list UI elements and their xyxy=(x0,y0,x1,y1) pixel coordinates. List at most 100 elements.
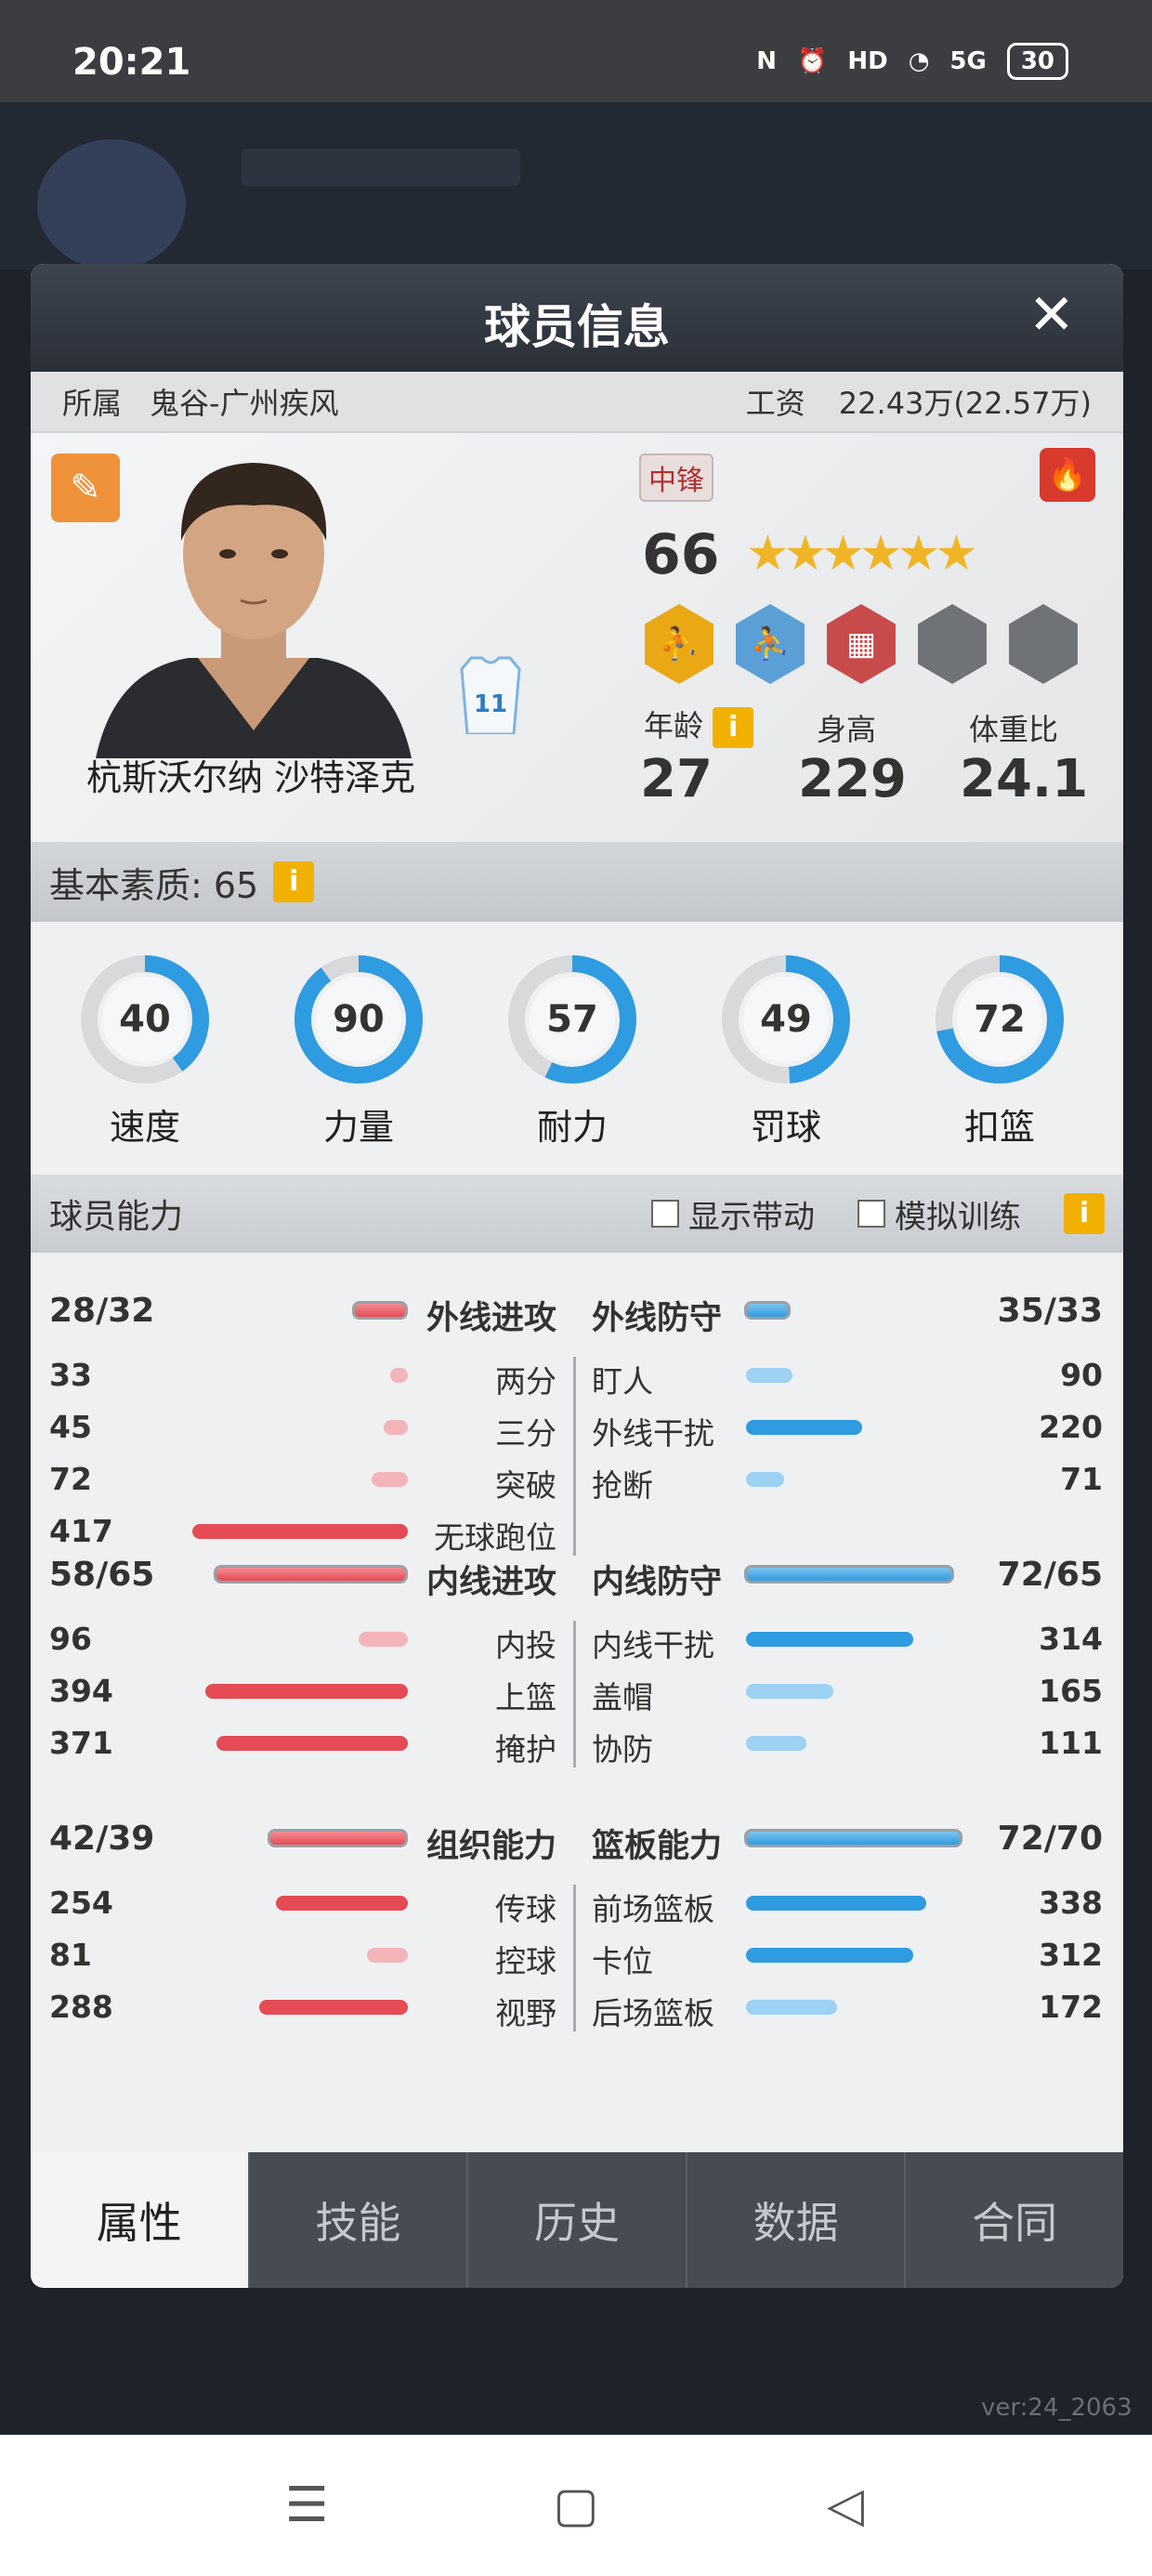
ability-bar xyxy=(372,1472,408,1487)
ability-bar xyxy=(216,1736,408,1751)
ability-bar xyxy=(746,1736,806,1751)
version-label: ver:24_2063 xyxy=(981,2394,1132,2422)
ability-row: 96 内投 内线干扰 314 xyxy=(31,1621,1123,1667)
gauge-value: 49 xyxy=(760,998,812,1041)
ability-value: 58/65 xyxy=(49,1556,155,1594)
close-icon[interactable]: ✕ xyxy=(1028,283,1075,348)
tab-contract[interactable]: 合同 xyxy=(904,2152,1123,2288)
ability-value: 35/33 xyxy=(997,1292,1103,1330)
ability-label: 后场篮板 xyxy=(592,1995,714,2031)
ability-value: 90 xyxy=(1060,1357,1103,1393)
position-badge: 中锋 xyxy=(639,453,713,502)
alarm-icon: ⏰ xyxy=(796,47,828,75)
gauge-value: 40 xyxy=(119,998,171,1041)
ability-label: 盖帽 xyxy=(592,1679,653,1715)
basic-attributes-header: 基本素质: 65 i xyxy=(31,842,1123,922)
ability-panel: 28/32 外线进攻 外线防守 35/33 33 两分 盯人 90 45 三分 外线干扰 xyxy=(31,1253,1123,2117)
ability-value: 394 xyxy=(49,1673,113,1709)
gauge-label: 扣篮 xyxy=(963,1107,1035,1148)
ability-value: 165 xyxy=(1039,1673,1103,1709)
gauge-label: 速度 xyxy=(109,1107,180,1148)
dialog-title: 球员信息 xyxy=(484,300,670,354)
ability-bar xyxy=(214,1565,408,1584)
ability-bar xyxy=(352,1301,408,1320)
fire-icon[interactable]: 🔥 xyxy=(1040,448,1095,502)
sim-train-checkbox[interactable]: 模拟训练 xyxy=(857,1191,1021,1237)
dialog-header: 球员信息 ✕ xyxy=(31,264,1123,372)
ability-row: 33 两分 盯人 90 xyxy=(31,1357,1123,1403)
ability-divider xyxy=(573,1357,576,1556)
weight-label: 体重比 xyxy=(969,712,1059,747)
ability-info-icon[interactable]: i xyxy=(1064,1193,1105,1234)
menu-icon[interactable]: ☰ xyxy=(279,2477,334,2533)
ability-row: 394 上篮 盖帽 165 xyxy=(31,1673,1123,1719)
ability-bar xyxy=(746,1684,833,1699)
age-info-icon[interactable]: i xyxy=(713,707,754,748)
ability-value: 254 xyxy=(49,1885,113,1921)
ability-label: 掩护 xyxy=(495,1731,556,1768)
ability-bar xyxy=(744,1565,954,1584)
attribute-gauge: 72 扣篮 xyxy=(930,950,1069,1150)
ability-row: 288 视野 后场篮板 172 xyxy=(31,1989,1123,2035)
attribute-gauge: 57 耐力 xyxy=(503,950,642,1150)
back-icon[interactable]: ◁ xyxy=(818,2477,873,2533)
tab-history[interactable]: 历史 xyxy=(466,2152,686,2288)
ability-label: 卡位 xyxy=(592,1943,653,1979)
status-bar: 20:21 N ⏰ HD ◔ 5G 30 xyxy=(0,0,1152,102)
basic-info-icon[interactable]: i xyxy=(273,861,315,902)
attribute-gauges: 40 速度 90 力量 57 耐力 49 罚球 72 扣篮 xyxy=(31,922,1123,1175)
jersey-icon: 11 xyxy=(460,656,521,734)
ability-bar xyxy=(390,1368,408,1383)
ability-bar xyxy=(746,1896,926,1911)
tab-skills[interactable]: 技能 xyxy=(247,2152,467,2288)
ability-bar xyxy=(746,1948,913,1963)
ability-label: 协防 xyxy=(592,1731,653,1768)
overall-rating: 66 xyxy=(642,522,720,587)
home-icon[interactable]: ▢ xyxy=(548,2477,604,2533)
checkbox-box[interactable] xyxy=(857,1200,885,1228)
ability-bar xyxy=(744,1301,791,1320)
badge-blue-icon[interactable]: ⛹ xyxy=(736,604,805,684)
ability-value: 81 xyxy=(49,1937,92,1973)
clock: 20:21 xyxy=(72,41,191,84)
salary-label: 工资 xyxy=(745,386,805,421)
ability-label: 组织能力 xyxy=(425,1828,556,1865)
show-boost-checkbox[interactable]: 显示带动 xyxy=(651,1191,815,1237)
ability-bar xyxy=(276,1896,408,1911)
ability-value: 72/70 xyxy=(997,1820,1103,1858)
ability-value: 42/39 xyxy=(49,1820,155,1858)
badge-red-icon[interactable]: ▦ xyxy=(827,604,896,684)
badge-empty-icon[interactable] xyxy=(918,604,987,684)
ability-bar xyxy=(259,2000,408,2015)
ability-label: 外线进攻 xyxy=(425,1300,556,1337)
ability-label: 控球 xyxy=(495,1943,556,1979)
ability-value: 45 xyxy=(49,1409,92,1445)
height-value: 229 xyxy=(798,749,907,809)
badge-empty-icon[interactable] xyxy=(1009,604,1078,684)
ability-label: 外线干扰 xyxy=(592,1415,714,1452)
ability-value: 111 xyxy=(1039,1725,1103,1761)
gauge-value: 90 xyxy=(333,998,385,1041)
ability-bar xyxy=(746,2000,837,2015)
ability-label: 外线防守 xyxy=(592,1300,723,1337)
player-portrait xyxy=(96,463,412,758)
attribute-gauge: 49 罚球 xyxy=(716,950,856,1150)
ability-label: 篮板能力 xyxy=(592,1828,723,1865)
badge-gold-icon[interactable]: ⛹ xyxy=(645,604,713,684)
gauge-label: 罚球 xyxy=(750,1107,821,1148)
sim-train-label: 模拟训练 xyxy=(895,1198,1021,1236)
ability-value: 312 xyxy=(1039,1937,1103,1973)
player-info-dialog: 球员信息 ✕ 所属 鬼谷-广州疾风 工资 22.43万(22.57万) ✎ 11… xyxy=(31,264,1123,2288)
gauge-value: 57 xyxy=(546,998,598,1041)
gauge-ring: 90 xyxy=(295,955,423,1084)
ability-value: 338 xyxy=(1039,1885,1103,1921)
ability-label: 上篮 xyxy=(495,1679,556,1715)
ability-bar xyxy=(746,1420,862,1435)
hd-icon: HD xyxy=(847,47,888,75)
system-nav-bar: ☰ ▢ ◁ xyxy=(0,2435,1152,2576)
tab-stats[interactable]: 数据 xyxy=(685,2152,905,2288)
tab-attributes[interactable]: 属性 xyxy=(31,2152,248,2288)
checkbox-box[interactable] xyxy=(651,1200,679,1228)
ability-label: 盯人 xyxy=(592,1363,653,1400)
skill-badges: ⛹ ⛹ ▦ xyxy=(639,604,1083,684)
